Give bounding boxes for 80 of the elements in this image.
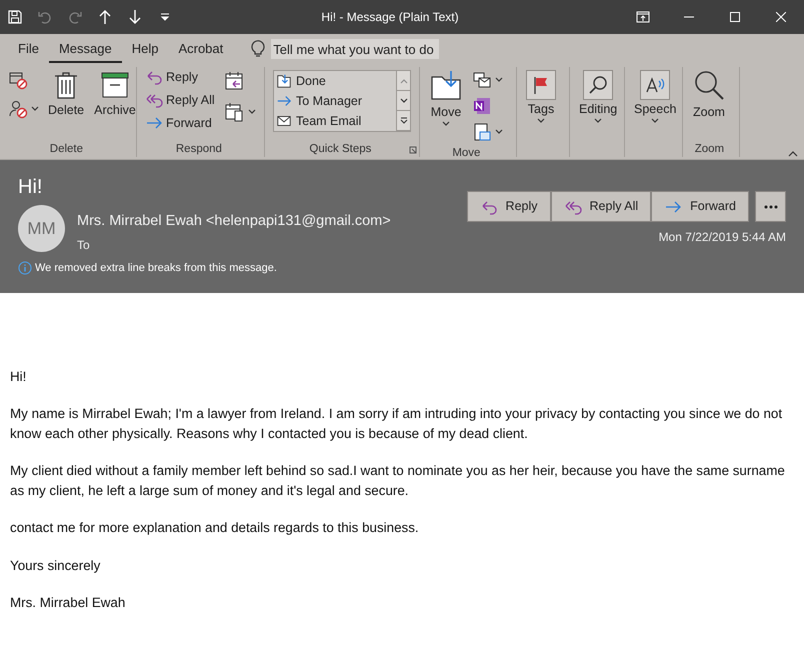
message-subject: Hi!: [18, 175, 44, 200]
customize-icon: [159, 11, 171, 23]
caret-icon: [31, 106, 39, 112]
action-button[interactable]: Reply: [466, 191, 551, 222]
caret-up-icon: [400, 78, 408, 84]
more-icon: [764, 204, 778, 208]
save-icon: [7, 9, 23, 25]
expand-gallery-button[interactable]: [397, 111, 410, 131]
minimize-icon: [684, 16, 694, 18]
redo-icon: [67, 9, 83, 25]
calendar-phone-icon: [222, 101, 245, 123]
caret-up-icon: [788, 150, 798, 157]
collapse-ribbon-button[interactable]: [788, 150, 798, 157]
message-date: Mon 7/22/2019 5:44 AM: [658, 229, 786, 246]
calendar-reply-icon: [222, 70, 245, 92]
scroll-down-button[interactable]: [397, 91, 410, 111]
group-label: Quick Steps: [309, 143, 372, 155]
info-notice: We removed extra line breaks from this message.: [35, 260, 277, 276]
ribbon-button[interactable]: Zoom: [689, 67, 729, 122]
group-label: Respond: [176, 143, 222, 155]
junk-sender-icon: [8, 99, 28, 119]
launcher-icon: [409, 146, 417, 154]
body-paragraph: Yours sincerely: [10, 556, 102, 575]
group-label: Delete: [50, 143, 84, 155]
ribbon-button[interactable]: Reply: [143, 67, 217, 87]
ribbon-button[interactable]: Reply All: [143, 90, 217, 110]
close-icon: [776, 12, 786, 22]
actions-icon: [472, 122, 492, 142]
group-label: Move: [452, 147, 480, 159]
caret-icon: [495, 77, 503, 83]
body-paragraph: Mrs. Mirrabel Ewah: [10, 594, 126, 612]
down-arrow-icon: [127, 9, 143, 25]
folder-check-icon: [276, 73, 292, 89]
notebook-icon: [472, 96, 492, 116]
body-paragraph: Hi!: [10, 368, 28, 386]
to-label: To: [77, 236, 91, 254]
ribbon-display-icon: [636, 11, 650, 23]
body-paragraph: My client died without a family member left behind so sad.I want to nominate you as her heir, because you have the same surname as my client, he left a large sum of money and it's legal and secure.: [10, 462, 786, 500]
search-icon: [587, 74, 610, 96]
ignore-icon: [8, 70, 28, 90]
lightbulb-icon: [251, 40, 266, 58]
rules-icon: [472, 70, 492, 90]
quick-step[interactable]: Team Email: [274, 111, 396, 131]
ribbon-tab[interactable]: Acrobat: [168, 35, 234, 63]
action-button[interactable]: Reply All: [550, 191, 652, 222]
caret-icon: [248, 109, 256, 115]
undo-icon: [37, 9, 53, 25]
caret-icon: [442, 121, 450, 128]
dialog-launcher[interactable]: [409, 146, 417, 154]
window-title: Hi! - Message (Plain Text): [320, 9, 460, 26]
sender-name: Mrs. Mirrabel Ewah <helenpapi131@gmail.com>: [77, 212, 392, 231]
action-button[interactable]: Forward: [651, 191, 749, 222]
info-icon: [18, 261, 32, 275]
ribbon-button[interactable]: Forward: [143, 113, 217, 133]
envelope-icon: [276, 113, 292, 129]
ribbon-button[interactable]: Editing: [576, 67, 620, 126]
caret-icon: [537, 118, 545, 124]
maximize-icon: [730, 12, 740, 22]
caret-icon: [594, 118, 602, 124]
forward-icon: [276, 93, 292, 109]
ribbon-tab[interactable]: File: [8, 35, 49, 63]
avatar: MM: [18, 205, 65, 252]
body-paragraph: My name is Mirrabel Ewah; I'm a lawyer from Ireland. I am sorry if am intruding into your privacy by contacting you since we do not know each other physically. Reasons why I contacted you is because of my dead client.: [10, 405, 784, 443]
more-actions-button[interactable]: [755, 191, 786, 222]
ribbon-button[interactable]: Tags: [523, 67, 559, 126]
quick-step[interactable]: Done: [274, 71, 396, 91]
ribbon-button[interactable]: Archive: [91, 67, 139, 120]
ribbon-tab[interactable]: Help: [122, 35, 168, 63]
caret-icon: [651, 118, 660, 124]
caret-icon: [400, 98, 408, 104]
ribbon-button[interactable]: Speech: [631, 67, 680, 126]
body-paragraph: contact me for more explanation and details regards to this business.: [10, 519, 420, 538]
ribbon-button[interactable]: Move: [426, 67, 466, 130]
up-arrow-icon: [97, 9, 113, 25]
tell-me-field[interactable]: Tell me what you want to do: [271, 39, 440, 59]
quick-step[interactable]: To Manager: [274, 91, 396, 111]
caret-icon: [495, 129, 503, 135]
group-label: Zoom: [694, 143, 724, 155]
expand-icon: [400, 116, 408, 124]
ribbon-button[interactable]: Delete: [45, 67, 88, 120]
